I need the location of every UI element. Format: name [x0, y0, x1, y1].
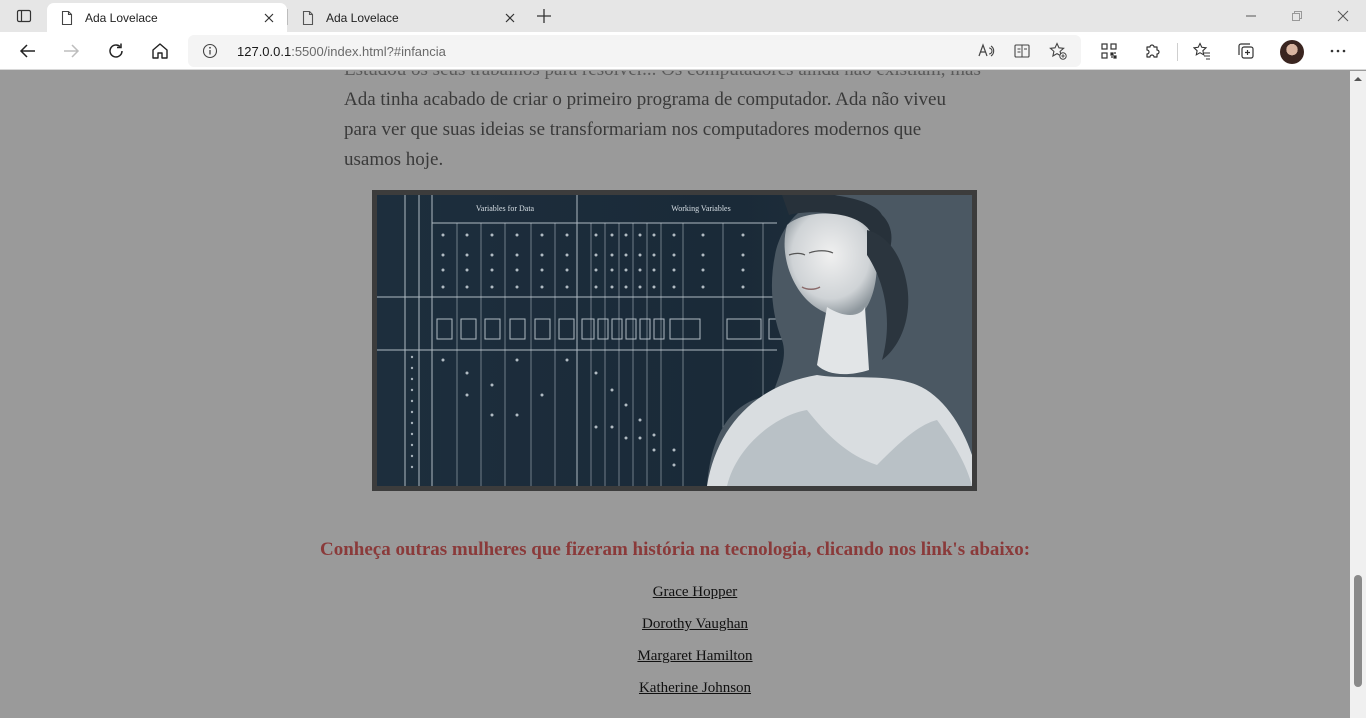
arrow-left-icon	[19, 44, 35, 58]
immersive-reader-button[interactable]	[1010, 39, 1034, 63]
tab-title: Ada Lovelace	[85, 10, 158, 25]
browser-toolbar: 127.0.0.1:5500/index.html?#infancia	[0, 32, 1366, 70]
biography-paragraph: Estudou os seus trabalhos para resolver.…	[344, 71, 994, 175]
address-bar[interactable]: 127.0.0.1:5500/index.html?#infancia	[188, 35, 1081, 67]
home-icon	[152, 43, 168, 59]
link-grace-hopper[interactable]: Grace Hopper	[0, 581, 1350, 613]
minimize-button[interactable]	[1228, 0, 1274, 32]
paragraph-line: usamos hoje.	[344, 149, 444, 170]
restore-button[interactable]	[1274, 0, 1320, 32]
puzzle-icon	[1146, 44, 1160, 58]
page-scrollbar[interactable]	[1350, 71, 1366, 718]
home-button[interactable]	[144, 35, 176, 67]
close-window-button[interactable]	[1320, 0, 1366, 32]
favorites-button[interactable]	[1186, 35, 1218, 67]
url-text[interactable]: 127.0.0.1:5500/index.html?#infancia	[237, 44, 446, 59]
link-katherine-johnson[interactable]: Katherine Johnson	[0, 677, 1350, 709]
tab-strip: Ada Lovelace Ada Lovelace	[0, 0, 1366, 32]
page-icon	[61, 10, 73, 25]
info-icon[interactable]	[202, 43, 218, 59]
minimize-icon	[1246, 15, 1256, 17]
paragraph-line: Ada tinha acabado de criar o primeiro pr…	[344, 89, 946, 110]
more-icon	[1330, 49, 1346, 53]
favorites-icon	[1193, 42, 1210, 60]
tab-ada-lovelace-inactive[interactable]: Ada Lovelace	[288, 3, 528, 32]
ada-lovelace-portrait-figure: Variables for Data Working Variables	[372, 190, 977, 491]
read-aloud-icon	[978, 43, 995, 57]
close-icon	[1337, 10, 1349, 22]
image-header-right: Working Variables	[671, 204, 730, 213]
other-women-heading: Conheça outras mulheres que fizeram hist…	[319, 539, 1031, 560]
extensions-button[interactable]	[1137, 35, 1169, 67]
refresh-icon	[109, 43, 123, 58]
url-path: :5500/index.html?#infancia	[291, 44, 446, 59]
ada-lovelace-portrait-image: Variables for Data Working Variables	[377, 195, 972, 486]
forward-button[interactable]	[55, 35, 87, 67]
women-links-list: Grace Hopper Dorothy Vaughan Margaret Ha…	[0, 581, 1350, 709]
tab-title: Ada Lovelace	[326, 10, 399, 25]
back-button[interactable]	[12, 35, 44, 67]
link-margaret-hamilton[interactable]: Margaret Hamilton	[0, 645, 1350, 677]
close-tab-button[interactable]	[261, 10, 277, 26]
link-dorothy-vaughan[interactable]: Dorothy Vaughan	[0, 613, 1350, 645]
close-icon	[505, 13, 515, 22]
scroll-up-arrow-icon[interactable]	[1353, 74, 1363, 84]
qr-code-icon	[1101, 43, 1117, 59]
tab-ada-lovelace-active[interactable]: Ada Lovelace	[47, 3, 287, 32]
immersive-reader-icon	[1014, 44, 1030, 58]
scrollbar-thumb[interactable]	[1354, 575, 1362, 687]
qr-code-button[interactable]	[1093, 35, 1125, 67]
paragraph-line: para ver que suas ideias se transformari…	[344, 119, 922, 140]
read-aloud-button[interactable]	[974, 39, 998, 63]
plus-icon	[537, 9, 551, 23]
paragraph-line: Estudou os seus trabalhos para resolver.…	[344, 71, 994, 85]
toolbar-separator	[1177, 43, 1178, 61]
add-favorite-button[interactable]	[1046, 39, 1070, 63]
star-add-icon	[1049, 42, 1067, 60]
close-icon	[264, 13, 274, 22]
tab-actions-icon	[16, 9, 32, 23]
image-header-left: Variables for Data	[476, 204, 535, 213]
profile-avatar[interactable]	[1280, 40, 1304, 64]
new-tab-button[interactable]	[530, 4, 558, 28]
refresh-button[interactable]	[100, 35, 132, 67]
url-host: 127.0.0.1	[237, 44, 292, 59]
collections-button[interactable]	[1230, 35, 1262, 67]
page-icon	[302, 10, 314, 25]
settings-more-button[interactable]	[1322, 35, 1354, 67]
tab-actions-menu-button[interactable]	[8, 4, 40, 28]
arrow-right-icon	[64, 44, 80, 58]
collections-icon	[1238, 43, 1254, 59]
close-tab-button[interactable]	[502, 10, 518, 26]
page-viewport: Estudou os seus trabalhos para resolver.…	[0, 71, 1350, 718]
restore-icon	[1292, 11, 1302, 21]
